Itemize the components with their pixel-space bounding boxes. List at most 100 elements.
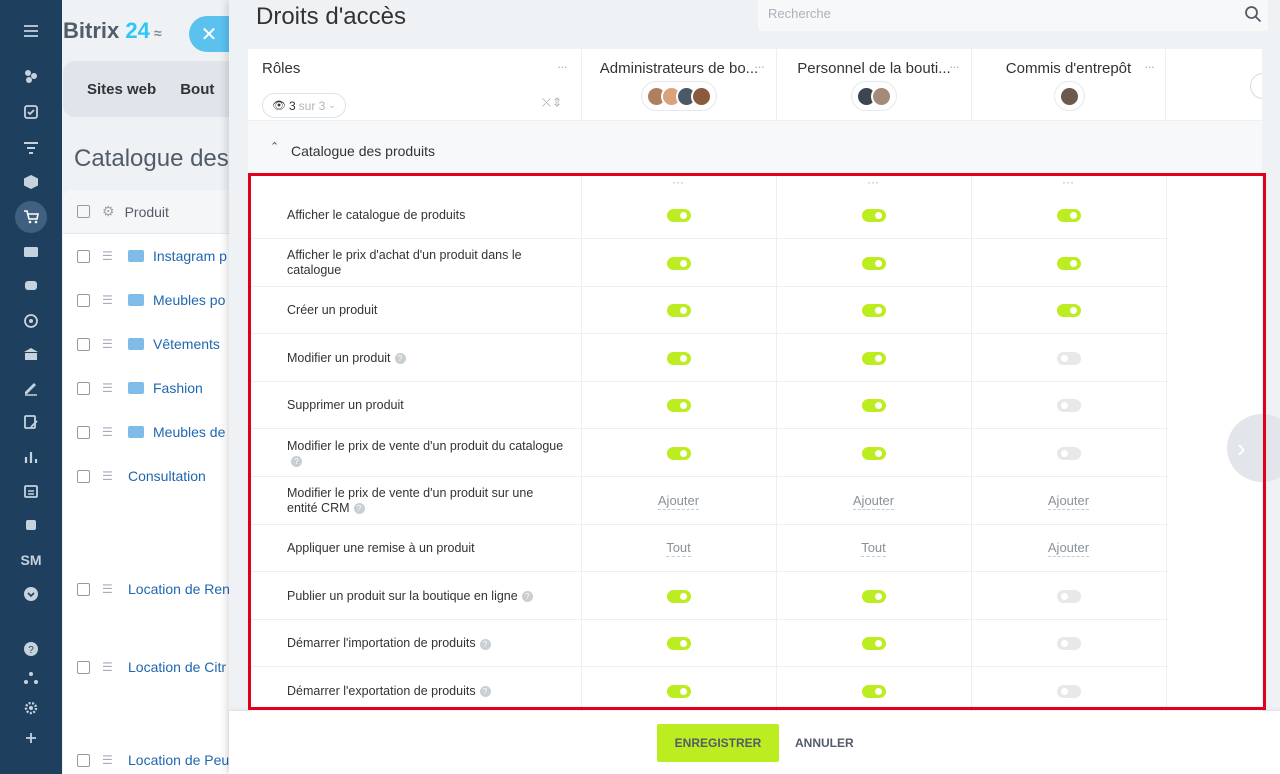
toggle-on[interactable] [861, 209, 886, 222]
tab-boutique[interactable]: Bout [180, 81, 214, 98]
role-filter-pill[interactable]: 👁 3 sur 3 ⌄ [262, 93, 346, 118]
row-checkbox[interactable] [77, 337, 90, 351]
row-checkbox[interactable] [77, 469, 90, 483]
toggle-on[interactable] [666, 637, 691, 651]
column-more-icon[interactable]: ··· [1144, 59, 1155, 74]
drag-handle-icon[interactable]: ☰ [102, 293, 116, 307]
help-icon[interactable]: ? [521, 591, 533, 602]
toggle-off[interactable] [1056, 589, 1081, 603]
role-members-avatars[interactable] [641, 81, 717, 111]
table-row[interactable]: ☰ Location de Ren [77, 581, 230, 597]
toggle-on[interactable] [1056, 256, 1081, 270]
permission-value-link[interactable]: Ajouter [1047, 540, 1090, 558]
permission-value-link[interactable]: Ajouter [1047, 493, 1090, 510]
cancel-button[interactable]: ANNULER [795, 736, 854, 750]
toggle-on[interactable] [666, 351, 691, 365]
column-menu-icon[interactable]: ··· [1062, 175, 1074, 189]
section-header[interactable]: ⌃ Catalogue des produits [248, 121, 1262, 173]
toggle-on[interactable] [861, 685, 886, 698]
box-icon[interactable] [19, 171, 43, 193]
role-column-header[interactable]: Personnel de la bouti... ··· [776, 49, 971, 121]
activity-icon[interactable] [19, 65, 43, 87]
role-members-avatars[interactable] [1054, 81, 1085, 111]
toggle-on[interactable] [666, 209, 691, 222]
toggle-on[interactable] [861, 637, 886, 651]
close-slider-button[interactable]: ✕ [189, 16, 229, 52]
settings-gear-icon[interactable] [19, 697, 43, 719]
analytics-icon[interactable] [19, 446, 43, 468]
gear-icon[interactable]: ⚙ [102, 203, 115, 220]
drag-handle-icon[interactable]: ☰ [102, 425, 116, 439]
toggle-on[interactable] [666, 447, 691, 460]
search-input[interactable] [768, 6, 1208, 21]
table-row[interactable]: ☰ Vêtements [77, 336, 220, 352]
shop-cart-icon[interactable] [15, 201, 47, 233]
drag-handle-icon[interactable]: ☰ [102, 381, 116, 395]
calendar-list-icon[interactable] [19, 480, 43, 502]
toggle-on[interactable] [861, 399, 886, 413]
drag-handle-icon[interactable]: ☰ [102, 582, 116, 596]
toggle-on[interactable] [666, 304, 691, 318]
row-checkbox[interactable] [77, 249, 90, 263]
table-row[interactable]: ☰ Consultation [77, 468, 206, 484]
row-checkbox[interactable] [77, 660, 90, 674]
signature-icon[interactable] [19, 377, 43, 399]
column-more-icon[interactable]: ··· [754, 59, 765, 74]
toggle-on[interactable] [861, 447, 886, 460]
toggle-on[interactable] [1056, 304, 1081, 318]
drag-handle-icon[interactable]: ☰ [102, 469, 116, 483]
chevron-up-icon[interactable]: ⌃ [270, 140, 279, 153]
role-column-header[interactable]: Administrateurs de bo... ··· [581, 49, 776, 121]
search-icon[interactable] [1244, 5, 1262, 23]
toggle-on[interactable] [861, 256, 886, 270]
drag-handle-icon[interactable]: ☰ [102, 337, 116, 351]
permission-value-link[interactable]: Tout [861, 540, 886, 558]
video-icon[interactable] [19, 514, 43, 536]
add-icon[interactable] [19, 727, 43, 749]
roles-more-icon[interactable]: ··· [557, 59, 568, 74]
row-checkbox[interactable] [77, 293, 90, 307]
permission-value-link[interactable]: Ajouter [657, 493, 700, 510]
robot-icon[interactable] [19, 274, 43, 296]
toggle-on[interactable] [1056, 209, 1081, 222]
table-row[interactable]: ☰ Fashion [77, 380, 203, 396]
filter-icon[interactable] [19, 137, 43, 159]
collapse-expand-icon[interactable]: ⤬ ⇕ [542, 97, 560, 110]
toggle-on[interactable] [861, 351, 886, 365]
row-checkbox[interactable] [77, 753, 90, 767]
drag-handle-icon[interactable]: ☰ [102, 753, 116, 767]
more-chevron-icon[interactable] [19, 583, 43, 605]
toggle-on[interactable] [861, 589, 886, 603]
structure-icon[interactable] [19, 667, 43, 689]
save-button[interactable]: ENREGISTRER [657, 724, 779, 762]
row-checkbox[interactable] [77, 381, 90, 395]
bank-icon[interactable] [19, 343, 43, 365]
role-column-header[interactable]: Commis d'entrepôt ··· [971, 49, 1166, 121]
permission-value-link[interactable]: Tout [666, 540, 691, 558]
tab-sites-web[interactable]: Sites web [87, 81, 156, 98]
row-checkbox[interactable] [77, 582, 90, 596]
contact-card-icon[interactable] [19, 241, 43, 263]
toggle-on[interactable] [861, 304, 886, 318]
role-members-avatars[interactable] [851, 81, 897, 111]
toggle-off[interactable] [1056, 447, 1081, 460]
drag-handle-icon[interactable]: ☰ [102, 249, 116, 263]
table-row[interactable]: ☰ Location de Peu [77, 752, 229, 768]
table-row[interactable]: ☰ Meubles po [77, 292, 225, 308]
toggle-on[interactable] [666, 256, 691, 270]
help-icon[interactable]: ? [479, 686, 491, 698]
toggle-on[interactable] [666, 589, 691, 603]
select-all-checkbox[interactable] [77, 205, 90, 218]
menu-icon[interactable] [19, 20, 43, 42]
toggle-off[interactable] [1056, 351, 1081, 365]
help-icon[interactable]: ? [291, 455, 302, 467]
toggle-on[interactable] [666, 399, 691, 413]
toggle-off[interactable] [1056, 685, 1081, 698]
help-icon[interactable]: ? [479, 638, 491, 650]
toggle-off[interactable] [1056, 399, 1081, 413]
table-row[interactable]: ☰ Instagram p [77, 248, 227, 264]
help-icon[interactable]: ? [353, 503, 365, 515]
table-row[interactable]: ☰ Location de Citr [77, 659, 226, 675]
help-icon[interactable]: ? [394, 353, 406, 364]
drag-handle-icon[interactable]: ☰ [102, 660, 116, 674]
